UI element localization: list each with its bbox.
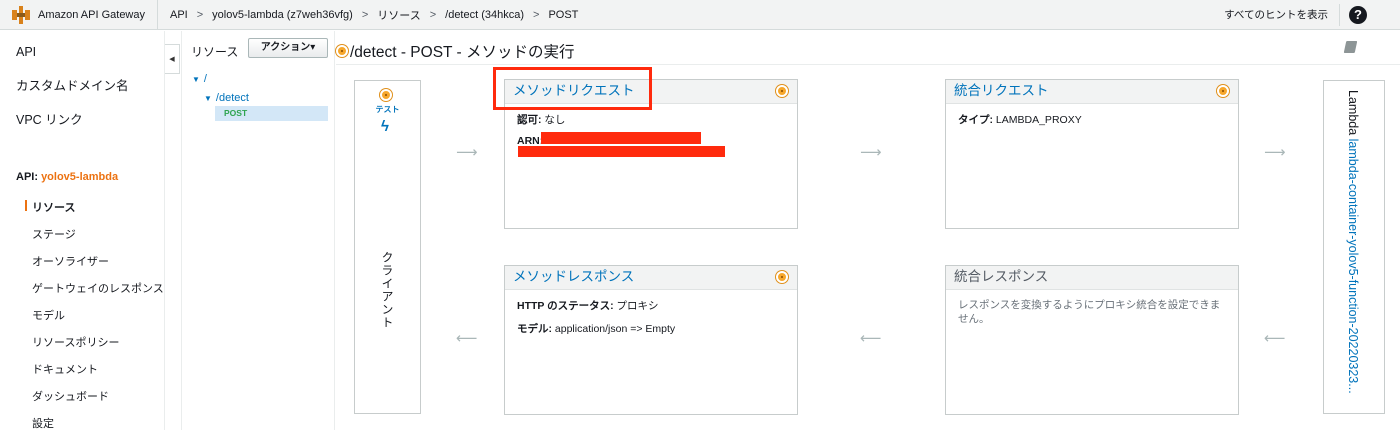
divider	[1339, 4, 1340, 26]
divider	[336, 64, 1400, 65]
nav-item-settings[interactable]: 設定	[32, 415, 54, 431]
client-box: テスト ϟ クライアント	[354, 80, 421, 414]
left-navigation: API カスタムドメイン名 VPC リンク API: yolov5-lambda…	[0, 31, 165, 430]
model-label: モデル:	[517, 323, 552, 335]
lambda-box: Lambda lambda-container-yolov5-function-…	[1323, 80, 1385, 414]
nav-item-api[interactable]: API	[16, 45, 36, 59]
http-status-value: プロキシ	[613, 300, 659, 312]
auth-label: 認可:	[517, 114, 542, 126]
arrow-right-icon: ⟶	[860, 144, 882, 161]
nav-item-custom-domain[interactable]: カスタムドメイン名	[16, 75, 129, 94]
breadcrumb-resource[interactable]: /detect (34hkca)	[445, 9, 524, 21]
resource-tree-panel: リソース アクション▾ ▼ / ▼/detect POST	[181, 31, 335, 430]
resources-heading: リソース	[191, 45, 239, 59]
breadcrumb-separator: >	[533, 8, 540, 21]
expand-arrow-icon[interactable]: ▼	[204, 94, 212, 103]
integration-response-body: レスポンスを変換するようにプロキシ統合を設定できません。	[946, 290, 1238, 326]
redaction-bar	[518, 146, 725, 157]
type-row: タイプ: LAMBDA_PROXY	[958, 112, 1238, 127]
arrow-left-icon: ⟵	[860, 330, 882, 347]
documentation-book-icon[interactable]	[1343, 41, 1358, 53]
lambda-prefix: Lambda	[1346, 90, 1360, 139]
lightning-bolt-icon[interactable]: ϟ	[381, 118, 389, 135]
info-dot-icon	[776, 85, 788, 97]
tree-node-root[interactable]: ▼ /	[192, 73, 207, 85]
auth-row: 認可: なし	[517, 112, 797, 127]
highlight-annotation	[493, 67, 652, 110]
integration-request-header: 統合リクエスト	[946, 80, 1238, 104]
type-label: タイプ:	[958, 114, 993, 126]
lambda-function-link[interactable]: lambda-container-yolov5-function-2022032…	[1346, 139, 1360, 394]
show-all-hints-link[interactable]: すべてのヒントを表示	[1224, 0, 1328, 30]
method-response-header: メソッドレスポンス	[505, 266, 797, 290]
integration-response-header: 統合レスポンス	[946, 266, 1238, 290]
breadcrumb-separator: >	[196, 8, 204, 21]
nav-api-heading[interactable]: API: yolov5-lambda	[16, 171, 118, 183]
arrow-right-icon: ⟶	[456, 144, 478, 161]
tree-node-label: /detect	[215, 92, 249, 104]
test-link[interactable]: テスト	[355, 104, 420, 115]
integration-response-box: 統合レスポンス レスポンスを変換するようにプロキシ統合を設定できません。	[945, 265, 1239, 415]
expand-arrow-icon[interactable]: ▼	[192, 75, 200, 84]
model-value: application/json => Empty	[552, 323, 676, 335]
integration-request-box: 統合リクエスト タイプ: LAMBDA_PROXY	[945, 79, 1239, 229]
integration-response-title: 統合レスポンス	[954, 269, 1049, 284]
breadcrumb-resources[interactable]: リソース	[377, 7, 420, 23]
nav-item-stages[interactable]: ステージ	[32, 226, 76, 242]
brand-label: Amazon API Gateway	[38, 8, 145, 21]
redaction-bar	[541, 132, 701, 144]
nav-item-dashboard[interactable]: ダッシュボード	[32, 388, 109, 404]
nav-api-prefix: API:	[16, 171, 42, 183]
method-execution-panel: /detect - POST - メソッドの実行 テスト ϟ クライアント ⟶ …	[336, 31, 1400, 430]
nav-item-resource-policy[interactable]: リソースポリシー	[32, 334, 119, 350]
breadcrumb-method: POST	[548, 8, 579, 21]
service-brand[interactable]: Amazon API Gateway	[0, 0, 158, 30]
actions-dropdown-button[interactable]: アクション▾	[248, 38, 328, 58]
arrow-left-icon: ⟵	[456, 330, 478, 347]
auth-value: なし	[541, 114, 566, 126]
info-dot-icon	[776, 271, 788, 283]
nav-item-gateway-responses[interactable]: ゲートウェイのレスポンス	[32, 280, 164, 296]
nav-item-documentation[interactable]: ドキュメント	[32, 361, 98, 377]
breadcrumb-separator: >	[429, 8, 437, 21]
integration-request-body: タイプ: LAMBDA_PROXY	[946, 104, 1238, 127]
info-dot-icon	[380, 89, 392, 101]
method-response-link[interactable]: メソッドレスポンス	[513, 269, 634, 284]
client-label: クライアント	[380, 251, 394, 329]
breadcrumb-api[interactable]: API	[170, 9, 188, 21]
info-dot-icon	[336, 45, 348, 57]
tree-node-label: /	[203, 73, 207, 85]
nav-api-name: yolov5-lambda	[41, 171, 119, 183]
nav-item-authorizers[interactable]: オーソライザー	[32, 253, 109, 269]
nav-item-resources[interactable]: リソース	[24, 199, 75, 215]
breadcrumb-api-name[interactable]: yolov5-lambda (z7weh36vfg)	[212, 9, 353, 21]
method-response-box: メソッドレスポンス HTTP のステータス: プロキシ モデル: applica…	[504, 265, 798, 415]
page-title-text: /detect - POST - メソッドの実行	[350, 44, 575, 61]
method-response-body: HTTP のステータス: プロキシ モデル: application/json …	[505, 290, 797, 336]
arrow-left-icon: ⟵	[1264, 330, 1286, 347]
nav-item-vpc-link[interactable]: VPC リンク	[16, 109, 83, 128]
top-bar: Amazon API Gateway API > yolov5-lambda (…	[0, 0, 1400, 30]
tree-node-detect[interactable]: ▼/detect	[204, 92, 249, 104]
http-status-label: HTTP のステータス:	[517, 300, 614, 312]
integration-request-link[interactable]: 統合リクエスト	[954, 83, 1049, 98]
lambda-label: Lambda lambda-container-yolov5-function-…	[1346, 90, 1360, 404]
integration-response-message: レスポンスを変換するようにプロキシ統合を設定できません。	[958, 299, 1221, 325]
tree-node-post-method[interactable]: POST	[215, 106, 328, 121]
model-row: モデル: application/json => Empty	[517, 321, 797, 336]
breadcrumb: API > yolov5-lambda (z7weh36vfg) > リソース …	[158, 7, 587, 23]
breadcrumb-separator: >	[361, 8, 369, 21]
nav-item-models[interactable]: モデル	[32, 307, 65, 323]
page-title: /detect - POST - メソッドの実行	[336, 39, 575, 63]
arrow-right-icon: ⟶	[1264, 144, 1286, 161]
collapse-nav-icon[interactable]: ◀	[165, 44, 180, 74]
type-value: LAMBDA_PROXY	[993, 114, 1082, 126]
api-gateway-logo-icon	[12, 5, 30, 24]
info-dot-icon	[1217, 85, 1229, 97]
http-status-row: HTTP のステータス: プロキシ	[517, 298, 797, 313]
help-icon[interactable]: ?	[1349, 6, 1367, 24]
